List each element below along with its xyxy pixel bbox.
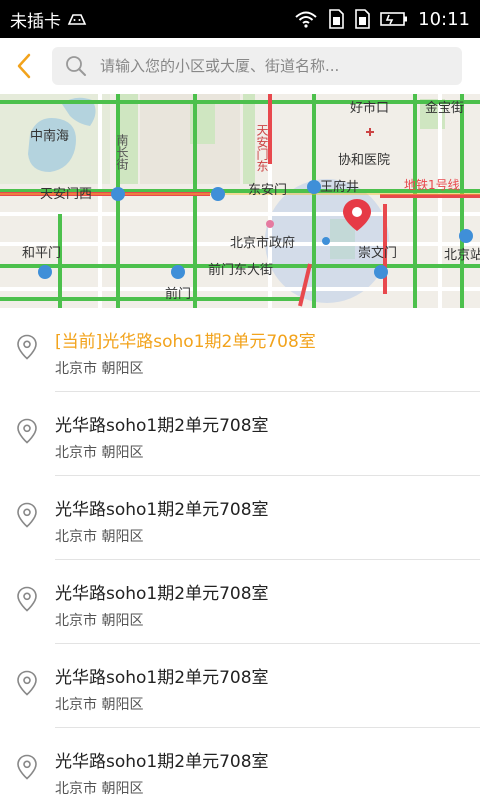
address-subtitle: 北京市 朝阳区 bbox=[55, 445, 144, 461]
location-pin-icon bbox=[17, 754, 37, 780]
address-item[interactable]: 光华路soho1期2单元708室 北京市 朝阳区 bbox=[0, 476, 480, 560]
address-title: 光华路soho1期2单元708室 bbox=[55, 668, 269, 688]
usb-debug-icon bbox=[67, 14, 87, 25]
address-subtitle: 北京市 朝阳区 bbox=[55, 697, 144, 713]
carrier-label: 未插卡 bbox=[10, 11, 61, 32]
location-pin-icon bbox=[17, 670, 37, 696]
address-subtitle: 北京市 朝阳区 bbox=[55, 613, 144, 629]
wifi-icon bbox=[295, 11, 317, 28]
map-label-zhongnanhai: 中南海 bbox=[30, 128, 69, 144]
location-pin-icon bbox=[17, 418, 37, 444]
address-title-text: 光华路soho1期2单元708室 bbox=[102, 332, 316, 352]
address-list: [当前]光华路soho1期2单元708室 北京市 朝阳区 光华路soho1期2单… bbox=[0, 308, 480, 812]
map-label-chongwenmen: 崇文门 bbox=[358, 246, 397, 261]
address-item[interactable]: 光华路soho1期2单元708室 北京市 朝阳区 bbox=[0, 644, 480, 728]
battery-icon bbox=[380, 12, 408, 26]
map-label-donganmen: 东安门 bbox=[248, 183, 287, 198]
search-input[interactable] bbox=[98, 56, 442, 76]
map-label-nanchangjie: 南长街 bbox=[115, 133, 129, 170]
back-button[interactable] bbox=[0, 38, 48, 94]
map-label-haoshikou: 好市口 bbox=[350, 100, 389, 116]
address-item-current[interactable]: [当前]光华路soho1期2单元708室 北京市 朝阳区 bbox=[0, 308, 480, 392]
address-title: 光华路soho1期2单元708室 bbox=[55, 500, 269, 520]
search-icon bbox=[64, 54, 88, 78]
chevron-left-icon bbox=[17, 53, 31, 79]
map-label-qianmen: 前门 bbox=[165, 286, 191, 302]
sim2-icon bbox=[355, 9, 370, 29]
location-pin-icon bbox=[17, 502, 37, 528]
location-pin-icon bbox=[17, 334, 37, 360]
map-label-beijing-station: 北京站 bbox=[444, 248, 480, 263]
clock: 10:11 bbox=[418, 8, 470, 30]
address-title: [当前]光华路soho1期2单元708室 bbox=[55, 327, 316, 352]
address-item[interactable]: 光华路soho1期2单元708室 北京市 朝阳区 bbox=[0, 560, 480, 644]
map-label-xiehe: 协和医院 bbox=[338, 153, 390, 168]
map-label-line1: 地铁1号线 bbox=[404, 178, 460, 192]
map-label-tiananmen-west: 天安门西 bbox=[40, 187, 92, 202]
status-bar: 未插卡 10:11 bbox=[0, 0, 480, 38]
map-label-wangfujing: 王府井 bbox=[320, 180, 359, 195]
address-title: 光华路soho1期2单元708室 bbox=[55, 416, 269, 436]
current-prefix: [当前] bbox=[55, 332, 103, 352]
address-item[interactable]: 光华路soho1期2单元708室 北京市 朝阳区 bbox=[0, 728, 480, 812]
status-icons: 10:11 bbox=[294, 9, 470, 30]
map-view[interactable]: 中南海 天安门西 东安门 王府井 协和医院 好市口 金宝街 北京市政府 崇文门 … bbox=[0, 94, 480, 308]
address-item[interactable]: 光华路soho1期2单元708室 北京市 朝阳区 bbox=[0, 392, 480, 476]
map-label-beijing-gov: 北京市政府 bbox=[230, 235, 295, 251]
header bbox=[0, 38, 480, 94]
address-title: 光华路soho1期2单元708室 bbox=[55, 752, 269, 772]
sim1-icon bbox=[329, 9, 344, 29]
address-subtitle: 北京市 朝阳区 bbox=[55, 781, 144, 797]
map-label-tiananmen-east: 天安门东 bbox=[255, 124, 269, 172]
address-subtitle: 北京市 朝阳区 bbox=[55, 529, 144, 545]
map-canvas: 中南海 天安门西 东安门 王府井 协和医院 好市口 金宝街 北京市政府 崇文门 … bbox=[0, 94, 480, 308]
map-label-heping: 和平门 bbox=[22, 246, 61, 261]
search-box[interactable] bbox=[52, 47, 462, 85]
map-label-jinbaojie: 金宝街 bbox=[425, 100, 464, 116]
location-pin-icon bbox=[17, 586, 37, 612]
carrier-group: 未插卡 bbox=[10, 7, 87, 32]
address-subtitle: 北京市 朝阳区 bbox=[55, 361, 144, 377]
map-label-qianmen-east: 前门东大街 bbox=[208, 262, 273, 278]
address-title: 光华路soho1期2单元708室 bbox=[55, 584, 269, 604]
